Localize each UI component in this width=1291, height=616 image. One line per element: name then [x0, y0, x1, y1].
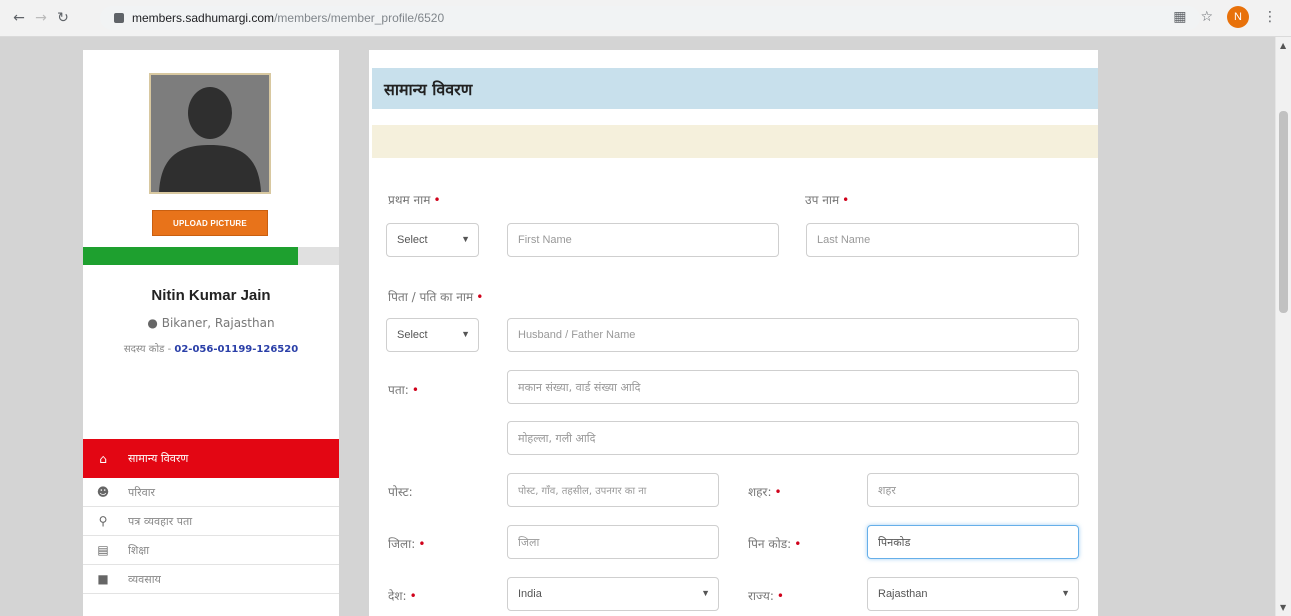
forward-arrow-icon[interactable]: →	[30, 7, 52, 29]
sidebar-item-label: सामान्य विवरण	[128, 452, 189, 465]
required-mark: •	[774, 485, 782, 499]
required-mark: •	[418, 537, 426, 551]
caret-down-icon: ▼	[461, 234, 470, 244]
map-marker-icon: ●	[147, 316, 158, 330]
district-label-text: जिला:	[388, 537, 416, 551]
section-title: सामान्य विवरण	[372, 68, 1098, 109]
father-title-select-value: Select	[397, 329, 428, 341]
state-select-value: Rajasthan	[878, 588, 928, 600]
scroll-up-icon[interactable]: ▲	[1280, 41, 1286, 50]
notice-bar	[372, 125, 1098, 158]
first-name-label-text: प्रथम नाम	[388, 193, 431, 207]
member-location: ● Bikaner, Rajasthan	[83, 316, 339, 330]
sidebar-item-label: व्यवसाय	[128, 572, 161, 586]
country-select-value: India	[518, 588, 542, 600]
reload-icon[interactable]: ↻	[52, 7, 74, 29]
country-label: देश: •	[388, 587, 417, 604]
post-input[interactable]: पोस्ट, गाँव, तहसील, उपनगर का ना	[507, 473, 719, 507]
father-name-input[interactable]: Husband / Father Name	[507, 318, 1079, 352]
sidebar-item-general[interactable]: ⌂ सामान्य विवरण	[83, 439, 339, 478]
caret-down-icon: ▼	[461, 329, 470, 339]
pincode-label-text: पिन कोड:	[748, 537, 792, 551]
location-pin-icon: ⚲	[98, 514, 108, 528]
father-name-label-text: पिता / पति का नाम	[388, 290, 474, 304]
required-mark: •	[411, 383, 419, 397]
address-line2-input[interactable]: मोहल्ला, गली आदि	[507, 421, 1079, 455]
home-icon: ⌂	[99, 451, 107, 466]
address-label: पता: •	[388, 381, 419, 398]
required-mark: •	[433, 193, 441, 207]
sidebar-item-label: पत्र व्यवहार पता	[128, 514, 193, 528]
father-name-label: पिता / पति का नाम •	[388, 288, 483, 305]
sidebar-menu: ⌂ सामान्य विवरण ☻ परिवार ⚲ पत्र व्यवहार …	[83, 439, 339, 594]
address-label-text: पता:	[388, 383, 409, 397]
sidebar-item-label: परिवार	[128, 485, 156, 499]
required-mark: •	[476, 290, 484, 304]
sidebar-item-label: शिक्षा	[128, 543, 150, 557]
profile-sidebar: UPLOAD PICTURE Nitin Kumar Jain ● Bikane…	[83, 50, 339, 616]
scrollbar-thumb[interactable]	[1279, 111, 1288, 313]
member-location-text: Bikaner, Rajasthan	[161, 316, 275, 330]
title-select[interactable]: Select ▼	[386, 223, 479, 257]
member-code-label: सदस्य कोड -	[123, 344, 172, 355]
profile-progress-fill	[83, 247, 299, 265]
graduation-icon: ▤	[97, 543, 109, 557]
last-name-label-text: उप नाम	[805, 193, 840, 207]
back-arrow-icon[interactable]: ←	[8, 7, 30, 29]
required-mark: •	[794, 537, 802, 551]
city-input[interactable]: शहर	[867, 473, 1079, 507]
district-input[interactable]: जिला	[507, 525, 719, 559]
general-details-panel: सामान्य विवरण प्रथम नाम • उप नाम • Select …	[369, 50, 1098, 616]
menu-kebab-icon[interactable]: ⋮	[1263, 9, 1277, 25]
sidebar-item-family[interactable]: ☻ परिवार	[83, 478, 339, 507]
required-mark: •	[842, 193, 850, 207]
country-select[interactable]: India ▼	[507, 577, 719, 611]
post-label: पोस्ट:	[388, 483, 413, 500]
bookmark-star-icon[interactable]: ☆	[1200, 9, 1213, 25]
state-label: राज्य: •	[748, 587, 784, 604]
sidebar-item-correspondence-address[interactable]: ⚲ पत्र व्यवहार पता	[83, 507, 339, 536]
required-mark: •	[776, 589, 784, 603]
translate-icon[interactable]: ▦	[1173, 9, 1186, 25]
title-select-value: Select	[397, 234, 428, 246]
person-silhouette-icon	[151, 75, 269, 192]
profile-progress-bar	[83, 247, 339, 265]
profile-avatar[interactable]: N	[1227, 6, 1249, 28]
member-code-value: 02-056-01199-126520	[174, 344, 299, 355]
district-label: जिला: •	[388, 535, 425, 552]
city-label-text: शहर:	[748, 485, 772, 499]
url-path: /members/member_profile/6520	[274, 11, 445, 25]
page-scrollbar[interactable]: ▲ ▼	[1275, 37, 1291, 616]
lock-icon	[114, 13, 124, 23]
state-label-text: राज्य:	[748, 589, 774, 603]
first-name-input[interactable]: First Name	[507, 223, 779, 257]
country-label-text: देश:	[388, 589, 407, 603]
sidebar-item-occupation[interactable]: ■ व्यवसाय	[83, 565, 339, 594]
required-mark: •	[409, 589, 417, 603]
pincode-label: पिन कोड: •	[748, 535, 801, 552]
member-code: सदस्य कोड - 02-056-01199-126520	[83, 341, 339, 355]
sidebar-item-education[interactable]: ▤ शिक्षा	[83, 536, 339, 565]
browser-toolbar: ← → ↻ members.sadhumargi.com/members/mem…	[0, 0, 1291, 37]
city-label: शहर: •	[748, 483, 782, 500]
url-domain: members.sadhumargi.com	[132, 11, 275, 25]
upload-picture-button[interactable]: UPLOAD PICTURE	[152, 210, 268, 236]
state-select[interactable]: Rajasthan ▼	[867, 577, 1079, 611]
pincode-input[interactable]: पिनकोड	[867, 525, 1079, 559]
briefcase-icon: ■	[97, 572, 109, 586]
address-bar[interactable]: members.sadhumargi.com/members/member_pr…	[100, 6, 1200, 30]
caret-down-icon: ▼	[1061, 588, 1070, 598]
post-label-text: पोस्ट:	[388, 485, 413, 499]
member-name: Nitin Kumar Jain	[151, 287, 271, 304]
last-name-label: उप नाम •	[805, 191, 849, 208]
scroll-down-icon[interactable]: ▼	[1280, 603, 1286, 612]
first-name-label: प्रथम नाम •	[388, 191, 441, 208]
avatar-placeholder	[149, 73, 271, 194]
address-line1-input[interactable]: मकान संख्या, वार्ड संख्या आदि	[507, 370, 1079, 404]
last-name-input[interactable]: Last Name	[806, 223, 1079, 257]
caret-down-icon: ▼	[701, 588, 710, 598]
father-title-select[interactable]: Select ▼	[386, 318, 479, 352]
family-icon: ☻	[96, 485, 110, 499]
